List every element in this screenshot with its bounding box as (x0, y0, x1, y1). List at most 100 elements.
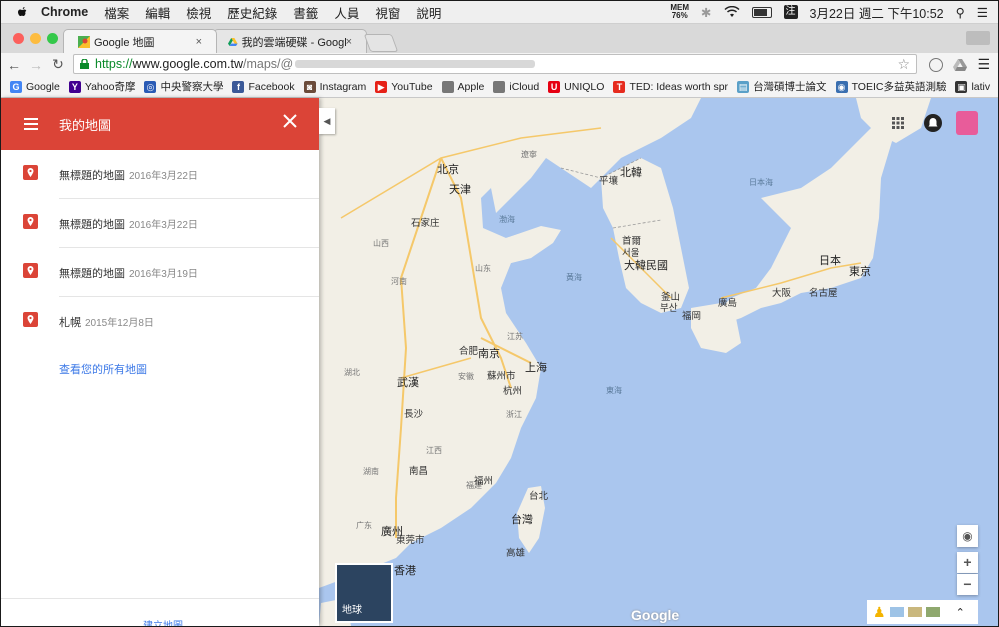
my-location-icon[interactable]: ◉ (957, 525, 978, 547)
expand-imagery-icon[interactable]: ⌃ (956, 606, 965, 619)
drive-extension-icon[interactable] (953, 58, 968, 71)
bookmark-star-icon[interactable]: ☆ (897, 56, 910, 73)
map-place-label[interactable]: 日本 (819, 252, 841, 268)
collapse-panel-button[interactable]: ◀ (319, 108, 335, 134)
map-place-label[interactable]: 上海 (525, 359, 547, 375)
reload-icon[interactable]: ↻ (49, 56, 67, 73)
input-method-icon[interactable]: 注 (783, 5, 798, 19)
map-place-label[interactable]: 東海 (606, 385, 622, 396)
view-all-maps-link[interactable]: 查看您的所有地圖 (59, 361, 147, 377)
bookmark-item[interactable]: ▶ YouTube (375, 80, 433, 93)
map-place-label[interactable]: 合肥 (459, 343, 478, 357)
apps-grid-icon[interactable] (892, 117, 904, 129)
map-place-label[interactable]: 福州 (474, 473, 493, 487)
close-icon[interactable] (283, 114, 297, 128)
bluetooth-icon[interactable]: ✱ (701, 5, 711, 20)
map-place-label[interactable]: 台北 (529, 488, 548, 502)
tab-google-maps[interactable]: Google 地圖 × (63, 29, 217, 53)
back-icon[interactable]: ← (5, 57, 23, 73)
map-place-label[interactable]: 河南 (391, 276, 407, 287)
map-place-label[interactable]: 平壤 (599, 173, 618, 187)
notifications-bell-icon[interactable] (924, 114, 942, 132)
map-place-label[interactable]: 香港 (394, 562, 416, 578)
bookmark-item[interactable]: U UNIQLO (548, 80, 604, 93)
map-place-label[interactable]: 湖北 (344, 367, 360, 378)
map-place-label[interactable]: 天津 (449, 181, 471, 197)
menu-bookmarks[interactable]: 書籤 (293, 3, 318, 22)
map-place-label[interactable]: 大阪 (772, 285, 791, 299)
create-map-link[interactable]: 建立地圖 (143, 617, 183, 626)
bookmark-item[interactable]: Apple (441, 80, 484, 93)
map-place-label[interactable]: 杭州 (503, 383, 522, 397)
battery-icon[interactable] (751, 6, 772, 18)
bookmark-item[interactable]: ▤ 台灣碩博士論文 (737, 79, 827, 94)
my-map-item[interactable]: 札幌 2015年12月8日 (23, 297, 319, 345)
memory-status[interactable]: MEM 76% (670, 4, 689, 20)
close-window-button[interactable] (13, 33, 24, 44)
tab-google-drive[interactable]: 我的雲端硬碟 - Google 雲端 × (213, 29, 367, 53)
extension-compass-icon[interactable] (929, 57, 944, 72)
my-map-item[interactable]: 無標題的地圖 2016年3月22日 (23, 199, 319, 248)
notification-center-icon[interactable]: ☰ (977, 5, 988, 20)
zoom-window-button[interactable] (47, 33, 58, 44)
map-place-label[interactable]: 台灣 (511, 511, 533, 527)
map-place-label[interactable]: 부산 (660, 300, 677, 314)
map-place-label[interactable]: 黃海 (566, 272, 582, 283)
bookmark-item[interactable]: iCloud (493, 80, 539, 93)
map-place-label[interactable]: 浙江 (506, 409, 522, 420)
my-map-item[interactable]: 無標題的地圖 2016年3月19日 (23, 248, 319, 297)
map-place-label[interactable]: 广东 (356, 520, 372, 531)
map-place-label[interactable]: 江西 (426, 445, 442, 456)
spotlight-search-icon[interactable]: ⚲ (956, 5, 965, 20)
close-tab-icon[interactable]: × (346, 36, 352, 48)
map-place-label[interactable]: 南京 (478, 345, 500, 361)
map-place-label[interactable]: 遼寧 (521, 149, 537, 160)
hamburger-menu-icon[interactable] (24, 115, 38, 133)
earth-view-toggle[interactable]: 地球 (335, 563, 393, 623)
bookmark-item[interactable]: Y Yahoo奇摩 (68, 79, 135, 94)
menu-people[interactable]: 人員 (334, 3, 359, 22)
imagery-thumbnail[interactable] (907, 607, 922, 617)
chrome-menu-icon[interactable]: ☰ (977, 56, 990, 73)
map-place-label[interactable]: 山西 (373, 238, 389, 249)
imagery-thumbnail[interactable] (889, 607, 904, 617)
my-map-item[interactable]: 無標題的地圖 2016年3月22日 (23, 150, 319, 199)
map-place-label[interactable]: 日本海 (749, 177, 773, 188)
map-place-label[interactable]: 廣島 (718, 295, 737, 309)
menu-view[interactable]: 檢視 (186, 3, 211, 22)
map-place-label[interactable]: 南昌 (409, 463, 428, 477)
imagery-thumbnail[interactable] (925, 607, 940, 617)
map-place-label[interactable]: 東莞市 (396, 532, 425, 546)
bookmark-item[interactable]: T TED: Ideas worth spr (613, 80, 728, 93)
bookmark-item[interactable]: G Google (10, 80, 60, 93)
map-place-label[interactable]: 武漢 (397, 374, 419, 390)
bookmark-item[interactable]: ◙ Instagram (303, 80, 366, 93)
zoom-in-button[interactable]: + (957, 552, 978, 573)
new-tab-button[interactable] (363, 34, 399, 52)
map-place-label[interactable]: 渤海 (499, 214, 515, 225)
close-tab-icon[interactable]: × (196, 36, 202, 48)
map-place-label[interactable]: 福岡 (682, 308, 701, 322)
wifi-icon[interactable] (724, 6, 740, 18)
menu-edit[interactable]: 編輯 (145, 3, 170, 22)
menu-file[interactable]: 檔案 (104, 3, 129, 22)
menu-help[interactable]: 說明 (416, 3, 441, 22)
map-place-label[interactable]: 高雄 (506, 545, 525, 559)
clock[interactable]: 3月22日 週二 下午10:52 (810, 3, 944, 22)
forward-icon[interactable]: → (27, 57, 45, 73)
map-place-label[interactable]: 江苏 (507, 331, 523, 342)
map-place-label[interactable]: 東京 (849, 263, 871, 279)
bookmark-item[interactable]: ◉ TOEIC多益英語測驗 (835, 79, 946, 94)
map-place-label[interactable]: 山东 (475, 263, 491, 274)
map-place-label[interactable]: 名古屋 (809, 285, 838, 299)
menu-history[interactable]: 歷史紀錄 (227, 3, 277, 22)
map-place-label[interactable]: 石家庄 (411, 215, 440, 229)
lock-icon[interactable] (80, 59, 89, 69)
bookmark-item[interactable]: ▣ lativ (955, 80, 990, 93)
map-place-label[interactable]: 湖南 (363, 466, 379, 477)
minimize-window-button[interactable] (30, 33, 41, 44)
bookmark-item[interactable]: ◎ 中央警察大學 (144, 79, 223, 94)
profile-button[interactable] (966, 31, 990, 45)
bookmark-item[interactable]: f Facebook (232, 80, 295, 93)
map-place-label[interactable]: 長沙 (404, 406, 423, 420)
